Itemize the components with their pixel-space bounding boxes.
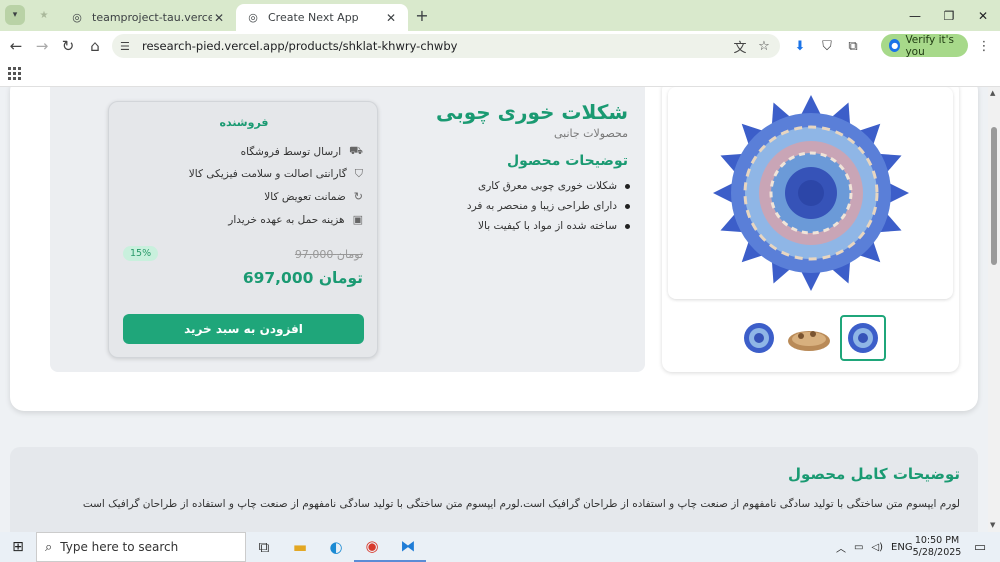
product-category[interactable]: محصولات جانبی (554, 127, 628, 140)
close-icon[interactable]: ✕ (384, 11, 398, 25)
system-tray: ︿ ▭ ◁) ENG (836, 532, 913, 562)
close-icon[interactable]: ✕ (212, 11, 226, 25)
menu-icon[interactable]: ⋮ (972, 31, 996, 61)
description-bullet: ساخته شده از مواد با کیفیت بالا (478, 220, 630, 232)
search-icon: ⌕ (45, 539, 53, 555)
volume-icon[interactable]: ◁) (871, 542, 883, 553)
file-explorer-icon[interactable]: ▬ (282, 532, 318, 562)
discount-badge: 15% (123, 246, 159, 261)
forward-button[interactable]: → (29, 31, 55, 61)
description-bullet: شکلات خوری چوبی معرق کاری (478, 180, 630, 192)
chrome-icon[interactable]: ◉ (354, 532, 390, 562)
thumbnail-plate-selected[interactable] (840, 315, 886, 361)
bookmark-star-icon[interactable]: ☆ (752, 31, 776, 61)
url-text: research-pied.vercel.app/products/shklat… (142, 39, 458, 53)
taskbar-search-box[interactable]: ⌕ Type here to search (36, 532, 246, 562)
windows-start-icon[interactable]: ⊞ (0, 532, 36, 562)
bullet-text: شکلات خوری چوبی معرق کاری (477, 180, 617, 192)
globe-icon: ◎ (72, 11, 82, 24)
description-bullet: دارای طراحی زیبا و منحصر به فرد (467, 200, 630, 212)
thumbnail-image (788, 331, 830, 351)
translate-icon[interactable]: 文 (728, 31, 752, 61)
product-card: فروشنده ⛟ ارسال توسط فروشگاه ⛉ گارانتی اصا… (10, 87, 978, 411)
feature-warranty: ⛉ گارانتی اصالت و سلامت فیزیکی کالا (189, 167, 363, 181)
browser-toolbar: ← → ↻ ⌂ ☰ research-pied.vercel.app/produ… (0, 31, 1000, 61)
page-scrollbar[interactable]: ▲ ▼ (988, 87, 1000, 532)
feature-shipping: ⛟ ارسال توسط فروشگاه (241, 144, 363, 159)
clock[interactable]: 10:50 PM 5/28/2025 (912, 535, 962, 559)
wallet-icon: ▣ (352, 213, 363, 226)
seller-box: فروشنده ⛟ ارسال توسط فروشگاه ⛉ گارانتی اصا… (108, 101, 378, 358)
address-bar[interactable]: ☰ research-pied.vercel.app/products/shkl… (112, 34, 780, 58)
feature-label: ضمانت تعویض کالا (264, 190, 346, 203)
home-button[interactable]: ⌂ (82, 31, 108, 61)
reload-button[interactable]: ↻ (55, 31, 81, 61)
notifications-icon[interactable]: ▭ (962, 532, 998, 562)
tab-title: Create Next App (268, 11, 359, 24)
main-product-image[interactable] (668, 87, 953, 299)
network-icon[interactable]: ▭ (854, 542, 863, 553)
download-icon[interactable]: ⬇ (788, 31, 812, 61)
extensions-icon[interactable]: ⧉ (841, 31, 865, 61)
full-description-box: توضیحات کامل محصول لورم ایپسوم متن ساختگ… (10, 447, 978, 532)
thumbnail-image (848, 323, 878, 353)
language-indicator[interactable]: ENG (891, 542, 913, 553)
vscode-icon[interactable]: ⧓ (390, 532, 426, 562)
tab-teamproject[interactable]: ◎ teamproject-tau.vercel.app/pro ✕ (60, 4, 236, 31)
edge-icon[interactable]: ◐ (318, 532, 354, 562)
add-to-cart-button[interactable]: افزودن به سبد خرید (123, 314, 364, 344)
tab-search-button[interactable]: ▾ (5, 5, 25, 25)
seller-title: فروشنده (219, 116, 269, 129)
clock-date: 5/28/2025 (912, 547, 962, 558)
new-tab-button[interactable]: + (412, 5, 432, 25)
pinned-tab[interactable]: ★ (34, 5, 54, 25)
plate-image (712, 95, 909, 291)
new-price: 697,000 تومان (242, 269, 363, 287)
scrollbar-thumb[interactable] (991, 127, 997, 265)
product-title: شکلات خوری چوبی (435, 100, 628, 124)
thumbnail-wooden-tray[interactable] (786, 315, 832, 361)
verify-label: Verify it's you (905, 33, 954, 58)
full-description-title: توضیحات کامل محصول (788, 465, 960, 483)
thumbnail-plate-blue[interactable] (736, 315, 782, 361)
feature-label: هزینه حمل به عهده خریدار (228, 213, 345, 226)
scroll-up-arrow[interactable]: ▲ (990, 89, 995, 97)
site-info-icon[interactable]: ☰ (120, 40, 136, 53)
tab-create-next-app[interactable]: ◎ Create Next App ✕ (236, 4, 408, 31)
apps-grid-icon[interactable] (8, 67, 21, 80)
windows-taskbar: ⊞ ⌕ Type here to search ⧉ ▬ ◐ ◉ ⧓ ︿ ▭ ◁)… (0, 532, 1000, 562)
product-gallery (662, 87, 959, 372)
back-button[interactable]: ← (3, 31, 29, 61)
task-view-icon[interactable]: ⧉ (246, 532, 282, 562)
scroll-down-arrow[interactable]: ▼ (990, 521, 995, 529)
feature-exchange: ↻ ضمانت تعویض کالا (264, 190, 363, 203)
feature-label: گارانتی اصالت و سلامت فیزیکی کالا (188, 168, 347, 180)
full-description-text: لورم ایپسوم متن ساختگی با تولید سادگی نا… (82, 498, 960, 510)
bookmarks-bar (0, 61, 1000, 87)
product-info-box: فروشنده ⛟ ارسال توسط فروشگاه ⛉ گارانتی اصا… (50, 87, 645, 372)
refresh-icon: ↻ (353, 190, 363, 203)
account-icon: ● (889, 39, 901, 52)
bullet-text: دارای طراحی زیبا و منحصر به فرد (466, 200, 617, 212)
verify-button[interactable]: ● Verify it's you (881, 33, 968, 58)
feature-label: ارسال توسط فروشگاه (240, 145, 342, 158)
old-price: 97,000 تومان (294, 248, 363, 261)
shield-icon[interactable]: ⛉ (815, 31, 839, 61)
thumbnail-image (744, 323, 774, 353)
tab-title: teamproject-tau.vercel.app/pro (92, 11, 212, 24)
minimize-button[interactable]: — (898, 0, 932, 31)
search-placeholder: Type here to search (60, 540, 179, 554)
browser-tab-bar: ▾ ★ ◎ teamproject-tau.vercel.app/pro ✕ ◎… (0, 0, 1000, 31)
clock-time: 10:50 PM (914, 535, 960, 546)
maximize-button[interactable]: ❐ (932, 0, 966, 31)
feature-shipping-cost: ▣ هزینه حمل به عهده خریدار (228, 213, 363, 226)
truck-icon: ⛟ (349, 144, 363, 157)
description-title: توضیحات محصول (506, 153, 628, 169)
close-window-button[interactable]: ✕ (966, 0, 1000, 31)
page-content: فروشنده ⛟ ارسال توسط فروشگاه ⛉ گارانتی اصا… (0, 87, 988, 532)
shield-check-icon: ⛉ (354, 167, 363, 180)
bullet-text: ساخته شده از مواد با کیفیت بالا (478, 220, 617, 232)
chevron-up-icon[interactable]: ︿ (836, 540, 846, 555)
globe-icon: ◎ (248, 11, 258, 24)
